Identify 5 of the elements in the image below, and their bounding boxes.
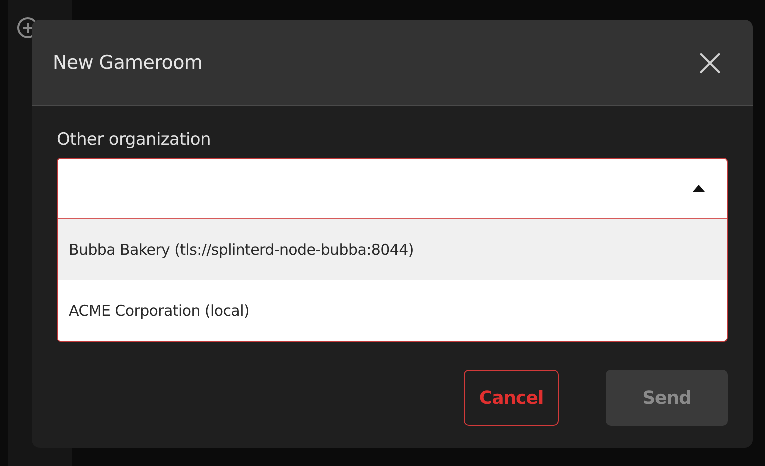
dropdown-option[interactable]: Bubba Bakery (tls://splinterd-node-bubba:8044) (58, 219, 727, 280)
close-button[interactable]: × (689, 42, 731, 82)
dialog-title: New Gameroom (53, 52, 203, 74)
field-label: Other organization (57, 130, 212, 150)
cancel-button[interactable]: Cancel (464, 370, 559, 426)
